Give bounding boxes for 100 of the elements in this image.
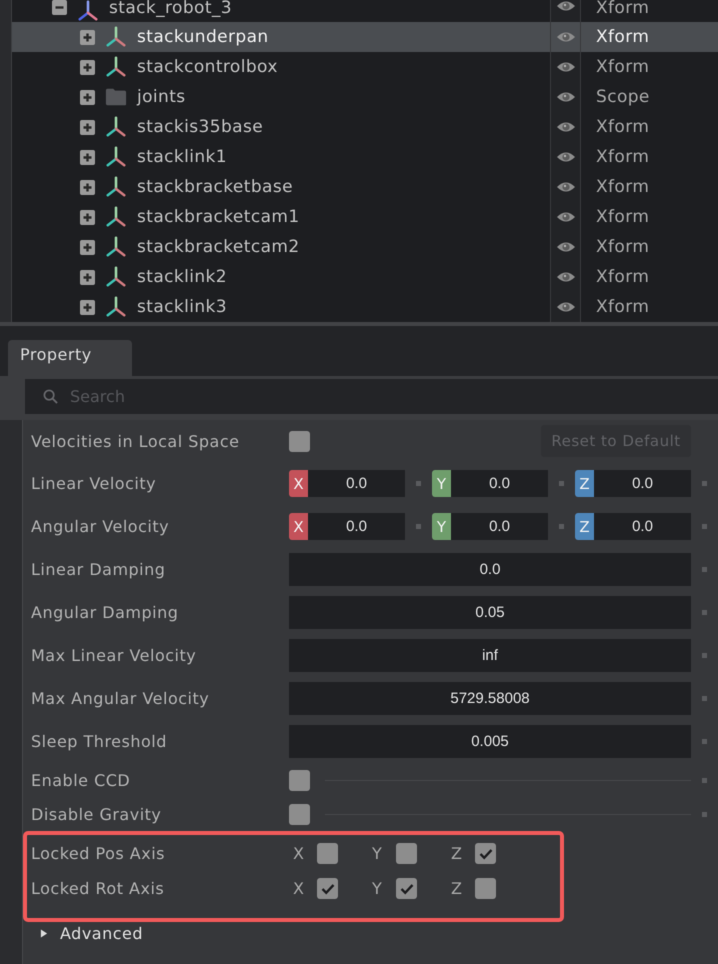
axis-label: X xyxy=(292,879,305,898)
node-type: Scope xyxy=(596,87,650,107)
number-field[interactable]: inf xyxy=(289,639,691,672)
eye-icon[interactable] xyxy=(556,121,576,133)
property-label: Max Angular Velocity xyxy=(31,689,210,708)
property-label: Locked Pos Axis xyxy=(31,844,166,863)
axes-icon xyxy=(77,0,99,22)
property-label: Sleep Threshold xyxy=(31,732,168,751)
property-label: Max Linear Velocity xyxy=(31,646,198,665)
checkbox[interactable] xyxy=(317,843,338,864)
checkbox[interactable] xyxy=(317,878,338,899)
axes-icon xyxy=(105,236,127,258)
eye-icon[interactable] xyxy=(556,61,576,73)
node-type: Xform xyxy=(596,0,650,17)
number-field[interactable]: 0.0 xyxy=(289,553,691,586)
advanced-section-toggle[interactable]: Advanced xyxy=(40,924,144,942)
number-field[interactable]: 0.0 xyxy=(594,513,691,540)
node-type: Xform xyxy=(596,147,650,167)
checkbox[interactable] xyxy=(396,878,417,899)
check-icon xyxy=(400,882,414,894)
node-name: stackis35base xyxy=(137,117,264,137)
axis-label: Z xyxy=(450,879,463,898)
eye-icon[interactable] xyxy=(556,241,576,253)
tree-row[interactable]: stackunderpan Xform xyxy=(12,22,718,52)
checkbox[interactable] xyxy=(475,843,496,864)
axis-label: Y xyxy=(432,470,451,497)
eye-icon[interactable] xyxy=(556,301,576,313)
number-field[interactable]: 0.0 xyxy=(308,513,405,540)
plus-box-icon[interactable] xyxy=(80,300,95,314)
plus-box-icon[interactable] xyxy=(80,30,95,44)
property-label: Linear Velocity xyxy=(31,474,158,493)
node-name: stackcontrolbox xyxy=(137,57,278,77)
property-tab[interactable]: Property xyxy=(8,340,132,376)
property-label: Locked Rot Axis xyxy=(31,879,166,898)
axes-icon xyxy=(105,146,127,168)
axis-label: Y xyxy=(432,513,451,540)
axes-icon xyxy=(105,26,127,48)
node-name: stackbracketcam1 xyxy=(137,207,300,227)
node-name: stacklink1 xyxy=(137,147,228,167)
checkbox[interactable] xyxy=(289,430,310,452)
node-name: stacklink3 xyxy=(137,297,228,317)
axes-icon xyxy=(105,266,127,288)
axis-label: X xyxy=(292,844,305,863)
number-field[interactable]: 0.0 xyxy=(451,513,548,540)
caret-right-icon xyxy=(40,928,48,938)
property-label: Disable Gravity xyxy=(31,804,162,824)
node-type: Xform xyxy=(596,207,650,227)
axis-label: X xyxy=(289,513,308,540)
plus-box-icon[interactable] xyxy=(80,150,95,164)
axes-icon xyxy=(105,176,127,198)
plus-box-icon[interactable] xyxy=(80,120,95,134)
checkbox[interactable] xyxy=(289,804,310,824)
node-name: stackunderpan xyxy=(137,27,269,47)
number-field[interactable]: 0.0 xyxy=(308,470,405,497)
folder-icon xyxy=(105,86,127,108)
node-type: Xform xyxy=(596,177,650,197)
number-field[interactable]: 5729.58008 xyxy=(289,682,691,715)
eye-icon[interactable] xyxy=(556,91,576,103)
property-label: Angular Damping xyxy=(31,603,180,622)
number-field[interactable]: 0.05 xyxy=(289,596,691,629)
number-field[interactable]: 0.005 xyxy=(289,725,691,758)
number-field[interactable]: 0.0 xyxy=(451,470,548,497)
axes-icon xyxy=(105,56,127,78)
node-type: Xform xyxy=(596,57,650,77)
node-type: Xform xyxy=(596,237,650,257)
eye-icon[interactable] xyxy=(556,211,576,223)
eye-icon[interactable] xyxy=(556,271,576,283)
node-name: joints xyxy=(137,87,186,107)
axis-label: Z xyxy=(575,470,594,497)
axes-icon xyxy=(105,296,127,318)
number-field[interactable]: 0.0 xyxy=(594,470,691,497)
eye-icon[interactable] xyxy=(556,31,576,43)
axis-label: Z xyxy=(450,844,463,863)
axis-label: Y xyxy=(371,879,383,898)
axes-icon xyxy=(105,116,127,138)
node-name: stack_robot_3 xyxy=(109,0,232,17)
axis-label: Y xyxy=(371,844,383,863)
search-icon xyxy=(43,389,58,404)
checkbox[interactable] xyxy=(396,843,417,864)
property-label: Enable CCD xyxy=(31,770,132,790)
eye-icon[interactable] xyxy=(556,151,576,163)
node-name: stackbracketcam2 xyxy=(137,237,300,257)
checkbox[interactable] xyxy=(289,770,310,790)
node-type: Xform xyxy=(596,267,650,287)
check-icon xyxy=(478,848,492,860)
eye-icon[interactable] xyxy=(556,181,576,193)
node-type: Xform xyxy=(596,27,650,47)
property-label: Angular Velocity xyxy=(31,517,170,536)
plus-box-icon[interactable] xyxy=(80,90,95,104)
plus-box-icon[interactable] xyxy=(80,180,95,194)
minus-box-icon[interactable] xyxy=(52,0,67,15)
property-label: Linear Damping xyxy=(31,560,166,579)
eye-icon[interactable] xyxy=(556,0,576,12)
node-name: stackbracketbase xyxy=(137,177,293,197)
plus-box-icon[interactable] xyxy=(80,210,95,224)
axis-label: X xyxy=(289,470,308,497)
plus-box-icon[interactable] xyxy=(80,60,95,74)
plus-box-icon[interactable] xyxy=(80,240,95,254)
plus-box-icon[interactable] xyxy=(80,270,95,284)
checkbox[interactable] xyxy=(475,878,496,899)
